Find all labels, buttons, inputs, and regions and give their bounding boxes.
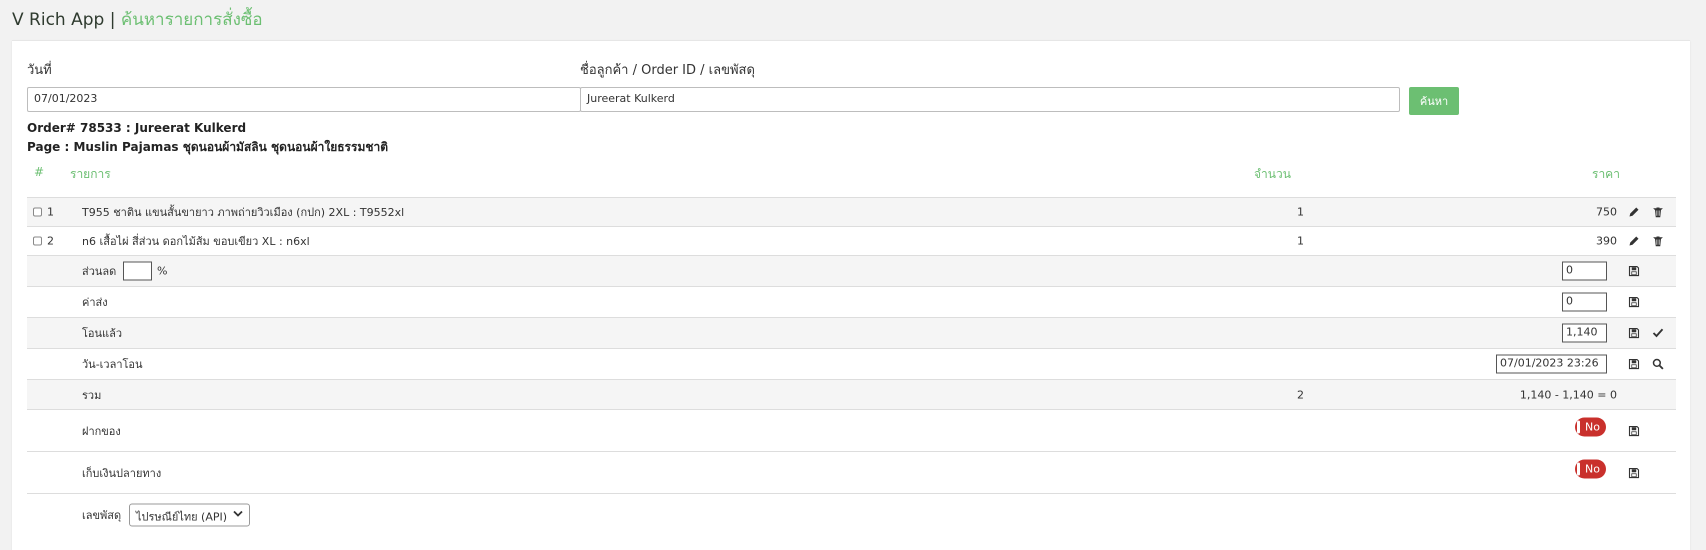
- item-price: 750: [1596, 205, 1617, 219]
- cod-row: เก็บเงินปลายทาง No: [27, 451, 1676, 493]
- transferred-input[interactable]: 1,140: [1562, 323, 1607, 343]
- app-name: V Rich App |: [12, 10, 116, 30]
- item-qty: 1: [1297, 234, 1304, 248]
- row-checkbox[interactable]: [33, 236, 42, 246]
- deposit-label: ฝากของ: [82, 424, 121, 438]
- discount-amount-input[interactable]: 0: [1562, 261, 1607, 281]
- customer-label: ชื่อลูกค้า / Order ID / เลขพัสดุ: [580, 63, 755, 78]
- save-icon[interactable]: [1628, 296, 1640, 308]
- trash-icon[interactable]: [1652, 206, 1664, 218]
- save-icon[interactable]: [1628, 358, 1640, 370]
- tracking-row: เลขพัสดุ ไปรษณีย์ไทย (API): [27, 493, 1676, 535]
- shipping-label: ค่าส่ง: [82, 296, 108, 309]
- customer-search-input[interactable]: Jureerat Kulkerd: [580, 87, 1400, 112]
- shipping-row: ค่าส่ง 0: [27, 286, 1676, 317]
- check-icon[interactable]: [1652, 327, 1664, 339]
- trash-icon[interactable]: [1652, 235, 1664, 247]
- save-icon[interactable]: [1628, 265, 1640, 277]
- pencil-icon[interactable]: [1628, 206, 1640, 218]
- date-input[interactable]: 07/01/2023: [27, 87, 581, 112]
- row-number: 1: [47, 205, 54, 219]
- item-description: n6 เสื้อไผ่ สี่ส่วน ดอกไม้ส้ม ขอบเขียว X…: [82, 235, 310, 248]
- row-number: 2: [47, 234, 54, 248]
- transferred-row: โอนแล้ว 1,140: [27, 317, 1676, 348]
- item-qty: 1: [1297, 205, 1304, 219]
- transferred-label: โอนแล้ว: [82, 327, 123, 340]
- cod-label: เก็บเงินปลายทาง: [82, 466, 162, 480]
- app-header: V Rich App | ค้นหารายการสั่งซื้อ: [0, 0, 1706, 38]
- discount-percent-input[interactable]: [123, 261, 152, 281]
- save-icon[interactable]: [1628, 425, 1640, 437]
- order-number: Order# 78533 : Jureerat Kulkerd: [27, 121, 247, 135]
- chevron-down-icon: [233, 510, 243, 517]
- col-header-item: รายการ: [70, 167, 111, 181]
- search-icon[interactable]: [1652, 358, 1664, 370]
- courier-select[interactable]: ไปรษณีย์ไทย (API): [129, 503, 251, 526]
- item-description: T955 ชาติน แขนสั้นขายาว ภาพถ่ายวิวเมือง …: [82, 206, 405, 219]
- total-label: รวม: [82, 388, 102, 402]
- transfer-time-input[interactable]: 07/01/2023 23:26: [1496, 354, 1607, 374]
- deposit-toggle[interactable]: No: [1575, 417, 1606, 437]
- cod-toggle[interactable]: No: [1575, 459, 1606, 479]
- date-label: วันที่: [27, 63, 52, 78]
- order-page: Page : Muslin Pajamas ชุดนอนผ้ามัสลิน ชุ…: [27, 140, 389, 154]
- save-icon[interactable]: [1628, 467, 1640, 479]
- total-calculation: 1,140 - 1,140 = 0: [1519, 388, 1617, 401]
- search-card: วันที่ 07/01/2023 ชื่อลูกค้า / Order ID …: [12, 40, 1690, 550]
- courier-select-value: ไปรษณีย์ไทย (API): [136, 510, 228, 523]
- col-header-qty: จำนวน: [1254, 167, 1291, 181]
- table-row: 2 n6 เสื้อไผ่ สี่ส่วน ดอกไม้ส้ม ขอบเขียว…: [27, 226, 1676, 255]
- percent-symbol: %: [157, 264, 168, 278]
- save-icon[interactable]: [1628, 327, 1640, 339]
- discount-row: ส่วนลด % 0: [27, 255, 1676, 286]
- search-button[interactable]: ค้นหา: [1409, 87, 1459, 115]
- table-row: 1 T955 ชาติน แขนสั้นขายาว ภาพถ่ายวิวเมือ…: [27, 197, 1676, 226]
- transfer-time-row: วัน-เวลาโอน 07/01/2023 23:26: [27, 348, 1676, 379]
- total-row: รวม 2 1,140 - 1,140 = 0: [27, 379, 1676, 409]
- item-price: 390: [1596, 234, 1617, 248]
- col-header-num: #: [34, 165, 45, 179]
- col-header-price: ราคา: [1592, 167, 1620, 181]
- pencil-icon[interactable]: [1628, 235, 1640, 247]
- row-checkbox[interactable]: [33, 207, 42, 217]
- transfer-time-label: วัน-เวลาโอน: [82, 358, 143, 371]
- shipping-input[interactable]: 0: [1562, 292, 1607, 312]
- page-title: ค้นหารายการสั่งซื้อ: [120, 10, 263, 30]
- discount-label: ส่วนลด: [82, 265, 117, 278]
- total-qty: 2: [1297, 388, 1304, 401]
- deposit-row: ฝากของ No: [27, 409, 1676, 451]
- tracking-label: เลขพัสดุ: [82, 508, 122, 522]
